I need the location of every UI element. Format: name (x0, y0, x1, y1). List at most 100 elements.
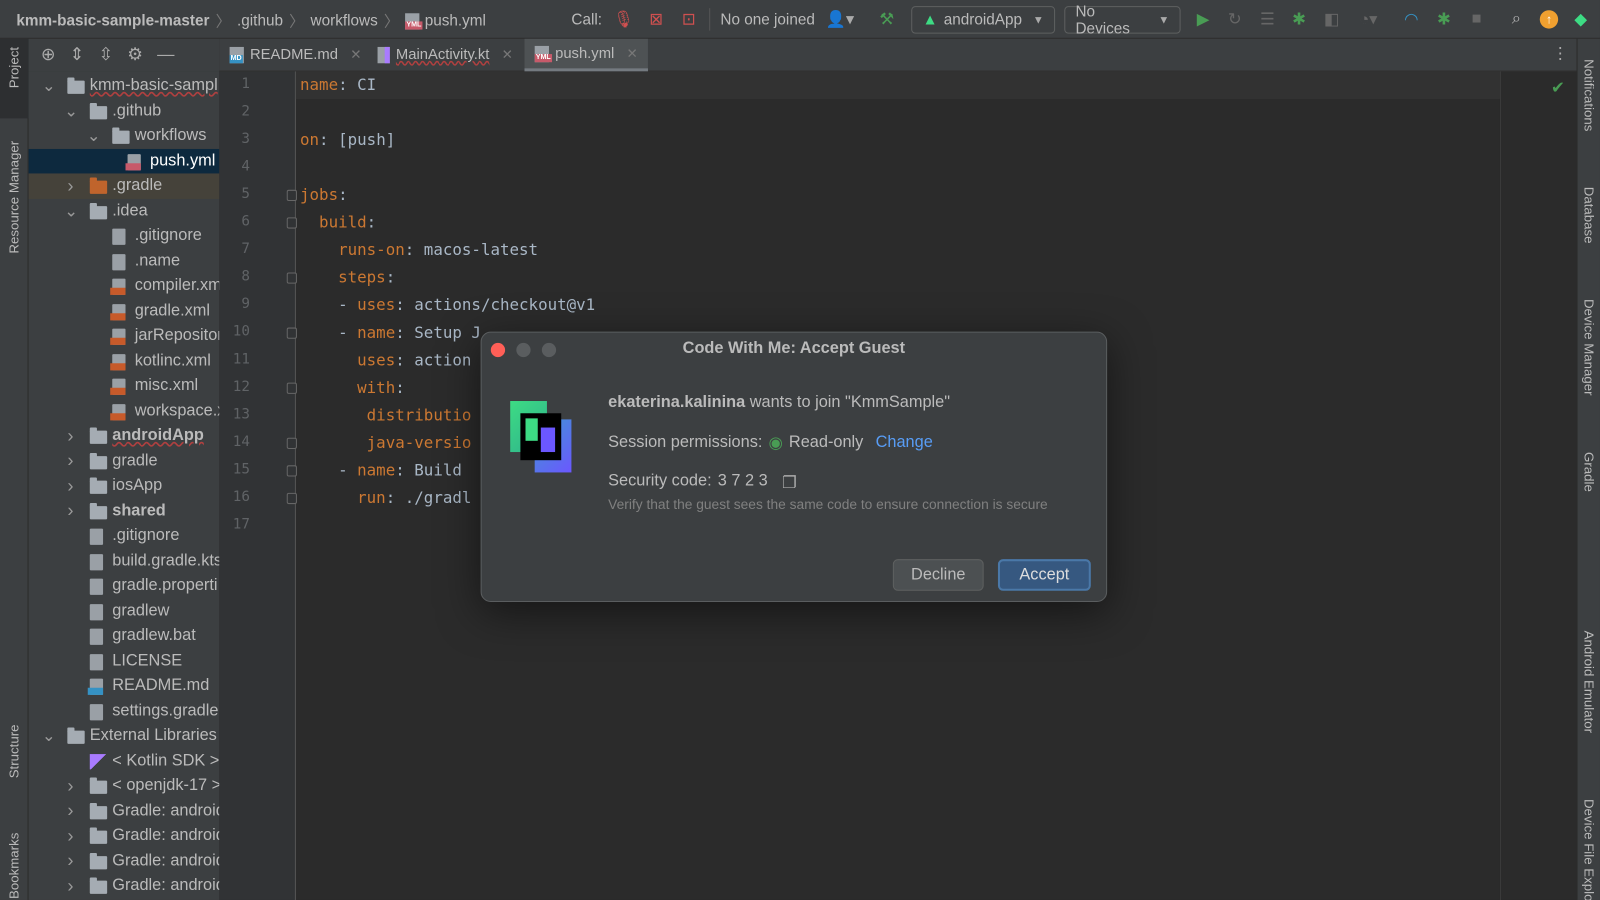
microphone-off-icon[interactable]: 🎙 (613, 10, 634, 28)
update-icon[interactable]: ↑ (1539, 10, 1559, 29)
tool-gradle[interactable]: Gradle (1582, 452, 1597, 492)
more-tabs-icon[interactable]: ⋮ (1552, 44, 1568, 64)
run-config-select[interactable]: ▲ androidApp ▼ (911, 6, 1056, 34)
chevron-right-icon[interactable]: › (64, 800, 76, 821)
user-menu-icon[interactable]: 👤▾ (824, 10, 855, 28)
change-permissions-link[interactable]: Change (876, 434, 933, 452)
copy-icon[interactable]: ❐ (782, 472, 797, 492)
tree-item[interactable]: ⌄ workflows (29, 123, 220, 148)
breadcrumb-project[interactable]: kmm-basic-sample-master (16, 12, 209, 29)
chevron-right-icon[interactable]: › (64, 425, 76, 446)
fold-marker-icon[interactable] (286, 272, 297, 284)
run-icon[interactable]: ▶ (1194, 10, 1212, 28)
breadcrumb-workflows[interactable]: workflows (311, 12, 378, 29)
chevron-down-icon[interactable]: ⌄ (87, 126, 101, 146)
build-hammer-icon[interactable]: ⚒ (878, 10, 896, 28)
search-icon[interactable]: ⌕ (1507, 10, 1525, 28)
expand-all-icon[interactable]: ⇕ (70, 45, 85, 65)
jetbrains-toolbox-icon[interactable]: ◆ (1571, 10, 1589, 28)
profiler-gauge-icon[interactable]: ◠ (1402, 10, 1420, 28)
breadcrumb-file[interactable]: push.yml (425, 12, 486, 29)
screen-share-off-icon[interactable]: ⊡ (680, 10, 698, 28)
stop-icon[interactable]: ■ (1467, 10, 1485, 28)
chevron-down-icon[interactable]: ⌄ (42, 76, 56, 96)
tree-item[interactable]: < Kotlin SDK > (29, 748, 220, 773)
device-select[interactable]: No Devices ▼ (1064, 3, 1181, 37)
tree-item[interactable]: gradlew (29, 598, 220, 623)
camera-off-icon[interactable]: ⊠ (647, 10, 665, 28)
tab-push-yml[interactable]: YML push.yml ✕ (524, 38, 648, 72)
tree-item[interactable]: jarRepositor (29, 323, 219, 348)
tool-device-file-explorer[interactable]: Device File Explorer (1582, 799, 1597, 900)
chevron-down-icon[interactable]: ⌄ (64, 201, 78, 221)
profile-icon[interactable]: ◔▾ (1353, 10, 1384, 28)
close-icon[interactable]: ✕ (502, 47, 513, 63)
gear-icon[interactable]: ⚙ (127, 45, 143, 65)
tree-item[interactable]: ⌄ .idea (29, 198, 220, 223)
tool-bookmarks[interactable]: Bookmarks (6, 833, 21, 899)
tree-item[interactable]: › Gradle: android (29, 873, 219, 898)
chevron-down-icon[interactable]: ⌄ (42, 726, 56, 746)
decline-button[interactable]: Decline (892, 559, 984, 591)
collapse-all-icon[interactable]: ⇳ (98, 45, 113, 65)
tool-resource-manager[interactable]: Resource Manager (6, 141, 21, 254)
fold-marker-icon[interactable] (286, 492, 297, 505)
chevron-right-icon[interactable]: › (64, 850, 76, 871)
tree-item[interactable]: › iosApp (29, 473, 220, 498)
accept-button[interactable]: Accept (997, 559, 1091, 591)
debug-icon[interactable]: ✱ (1290, 10, 1308, 28)
hide-icon[interactable]: — (157, 45, 174, 65)
tree-item[interactable]: gradle.properti (29, 573, 220, 598)
tree-item[interactable]: ⌄ .github (29, 98, 220, 123)
tree-item[interactable]: › < openjdk-17 > (29, 773, 219, 798)
tool-structure[interactable]: Structure (6, 724, 21, 778)
chevron-right-icon[interactable]: › (64, 175, 76, 196)
coverage-icon[interactable]: ◧ (1322, 10, 1340, 28)
tree-item[interactable]: settings.gradle. (29, 698, 219, 723)
chevron-right-icon[interactable]: › (64, 875, 76, 896)
tool-project[interactable]: Project (6, 47, 21, 88)
tree-item[interactable]: › androidApp (29, 423, 220, 448)
tool-android-emulator[interactable]: Android Emulator (1582, 631, 1597, 734)
tree-item[interactable]: workspace.x (29, 398, 219, 423)
close-icon[interactable]: ✕ (627, 45, 638, 61)
apply-code-changes-icon[interactable]: ☰ (1258, 10, 1276, 28)
tool-notifications[interactable]: Notifications (1582, 59, 1597, 131)
tree-item[interactable]: gradle.xml (29, 298, 220, 323)
tree-item[interactable]: .name (29, 248, 220, 273)
tree-item[interactable]: misc.xml (29, 373, 220, 398)
chevron-right-icon[interactable]: › (64, 450, 76, 471)
chevron-right-icon[interactable]: › (64, 825, 76, 846)
tree-item[interactable]: gradlew.bat (29, 623, 220, 648)
tree-item[interactable]: › .gradle (28, 173, 220, 199)
tree-item[interactable]: push.yml (28, 148, 220, 174)
select-opened-file-icon[interactable]: ⊕ (41, 45, 56, 65)
tree-item[interactable]: kotlinc.xml (29, 348, 220, 373)
chevron-down-icon[interactable]: ⌄ (64, 101, 78, 121)
chevron-right-icon[interactable]: › (64, 500, 76, 521)
tree-item[interactable]: › Gradle: android (29, 798, 219, 823)
tree-item[interactable]: .gitignore (29, 523, 220, 548)
tree-item[interactable]: compiler.xm (29, 273, 219, 298)
tree-item[interactable]: › gradle (29, 448, 220, 473)
tree-item[interactable]: › Gradle: android (29, 823, 219, 848)
fold-marker-icon[interactable] (286, 382, 297, 394)
tree-item[interactable]: LICENSE (29, 648, 220, 673)
chevron-right-icon[interactable]: › (64, 475, 76, 496)
attach-debugger-icon[interactable]: ✱ (1435, 10, 1453, 28)
close-icon[interactable]: ✕ (350, 47, 361, 63)
fold-marker-icon[interactable] (286, 217, 297, 229)
apply-changes-icon[interactable]: ↻ (1226, 10, 1244, 28)
tree-item[interactable]: ⌄ External Libraries (29, 723, 220, 748)
tree-item[interactable]: README.md (29, 673, 220, 698)
tree-item[interactable]: .gitignore (29, 223, 220, 248)
chevron-right-icon[interactable]: › (64, 775, 76, 796)
tab-readme[interactable]: MD README.md ✕ (219, 39, 371, 72)
tree-item[interactable]: build.gradle.kts (29, 548, 219, 573)
breadcrumb-github[interactable]: .github (237, 12, 283, 29)
tree-item[interactable]: › shared (29, 498, 220, 523)
tool-database[interactable]: Database (1582, 187, 1597, 244)
fold-marker-icon[interactable] (286, 327, 297, 339)
fold-marker-icon[interactable] (286, 437, 297, 449)
tree-item[interactable]: › Gradle: android (29, 848, 219, 873)
